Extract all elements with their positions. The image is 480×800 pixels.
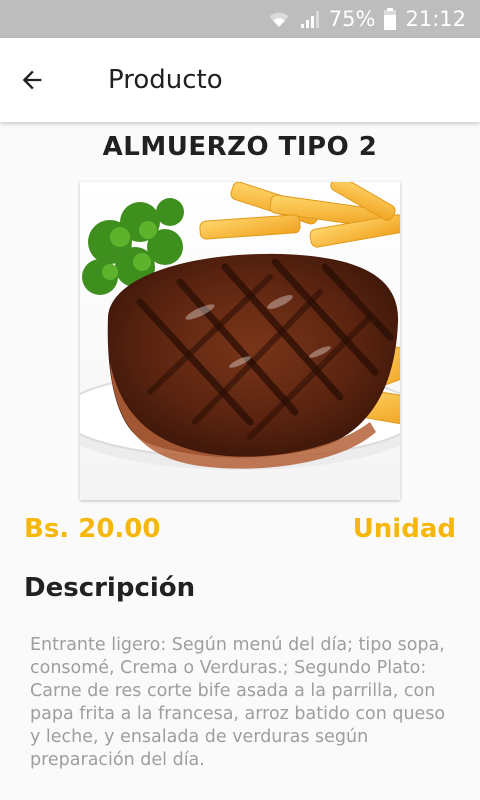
steak-illustration xyxy=(80,182,400,500)
wifi-icon xyxy=(269,12,289,27)
page-title: Producto xyxy=(108,65,223,95)
status-icons: 75% 21:12 xyxy=(267,0,466,38)
app-bar: Producto xyxy=(0,38,480,122)
battery-icon xyxy=(384,8,397,30)
back-button[interactable] xyxy=(8,56,56,104)
product-unit: Unidad xyxy=(352,514,456,544)
clock: 21:12 xyxy=(405,7,466,31)
signal-icon xyxy=(300,11,319,28)
battery-percentage: 75% xyxy=(328,7,376,31)
description-heading: Descripción xyxy=(24,573,196,603)
product-price: Bs. 20.00 xyxy=(24,514,161,544)
description-text: Entrante ligero: Según menú del día; tip… xyxy=(30,635,446,770)
status-bar: 75% 21:12 xyxy=(0,0,480,38)
product-name: ALMUERZO TIPO 2 xyxy=(102,132,378,162)
arrow-back-icon xyxy=(22,70,42,90)
product-image xyxy=(80,182,400,500)
